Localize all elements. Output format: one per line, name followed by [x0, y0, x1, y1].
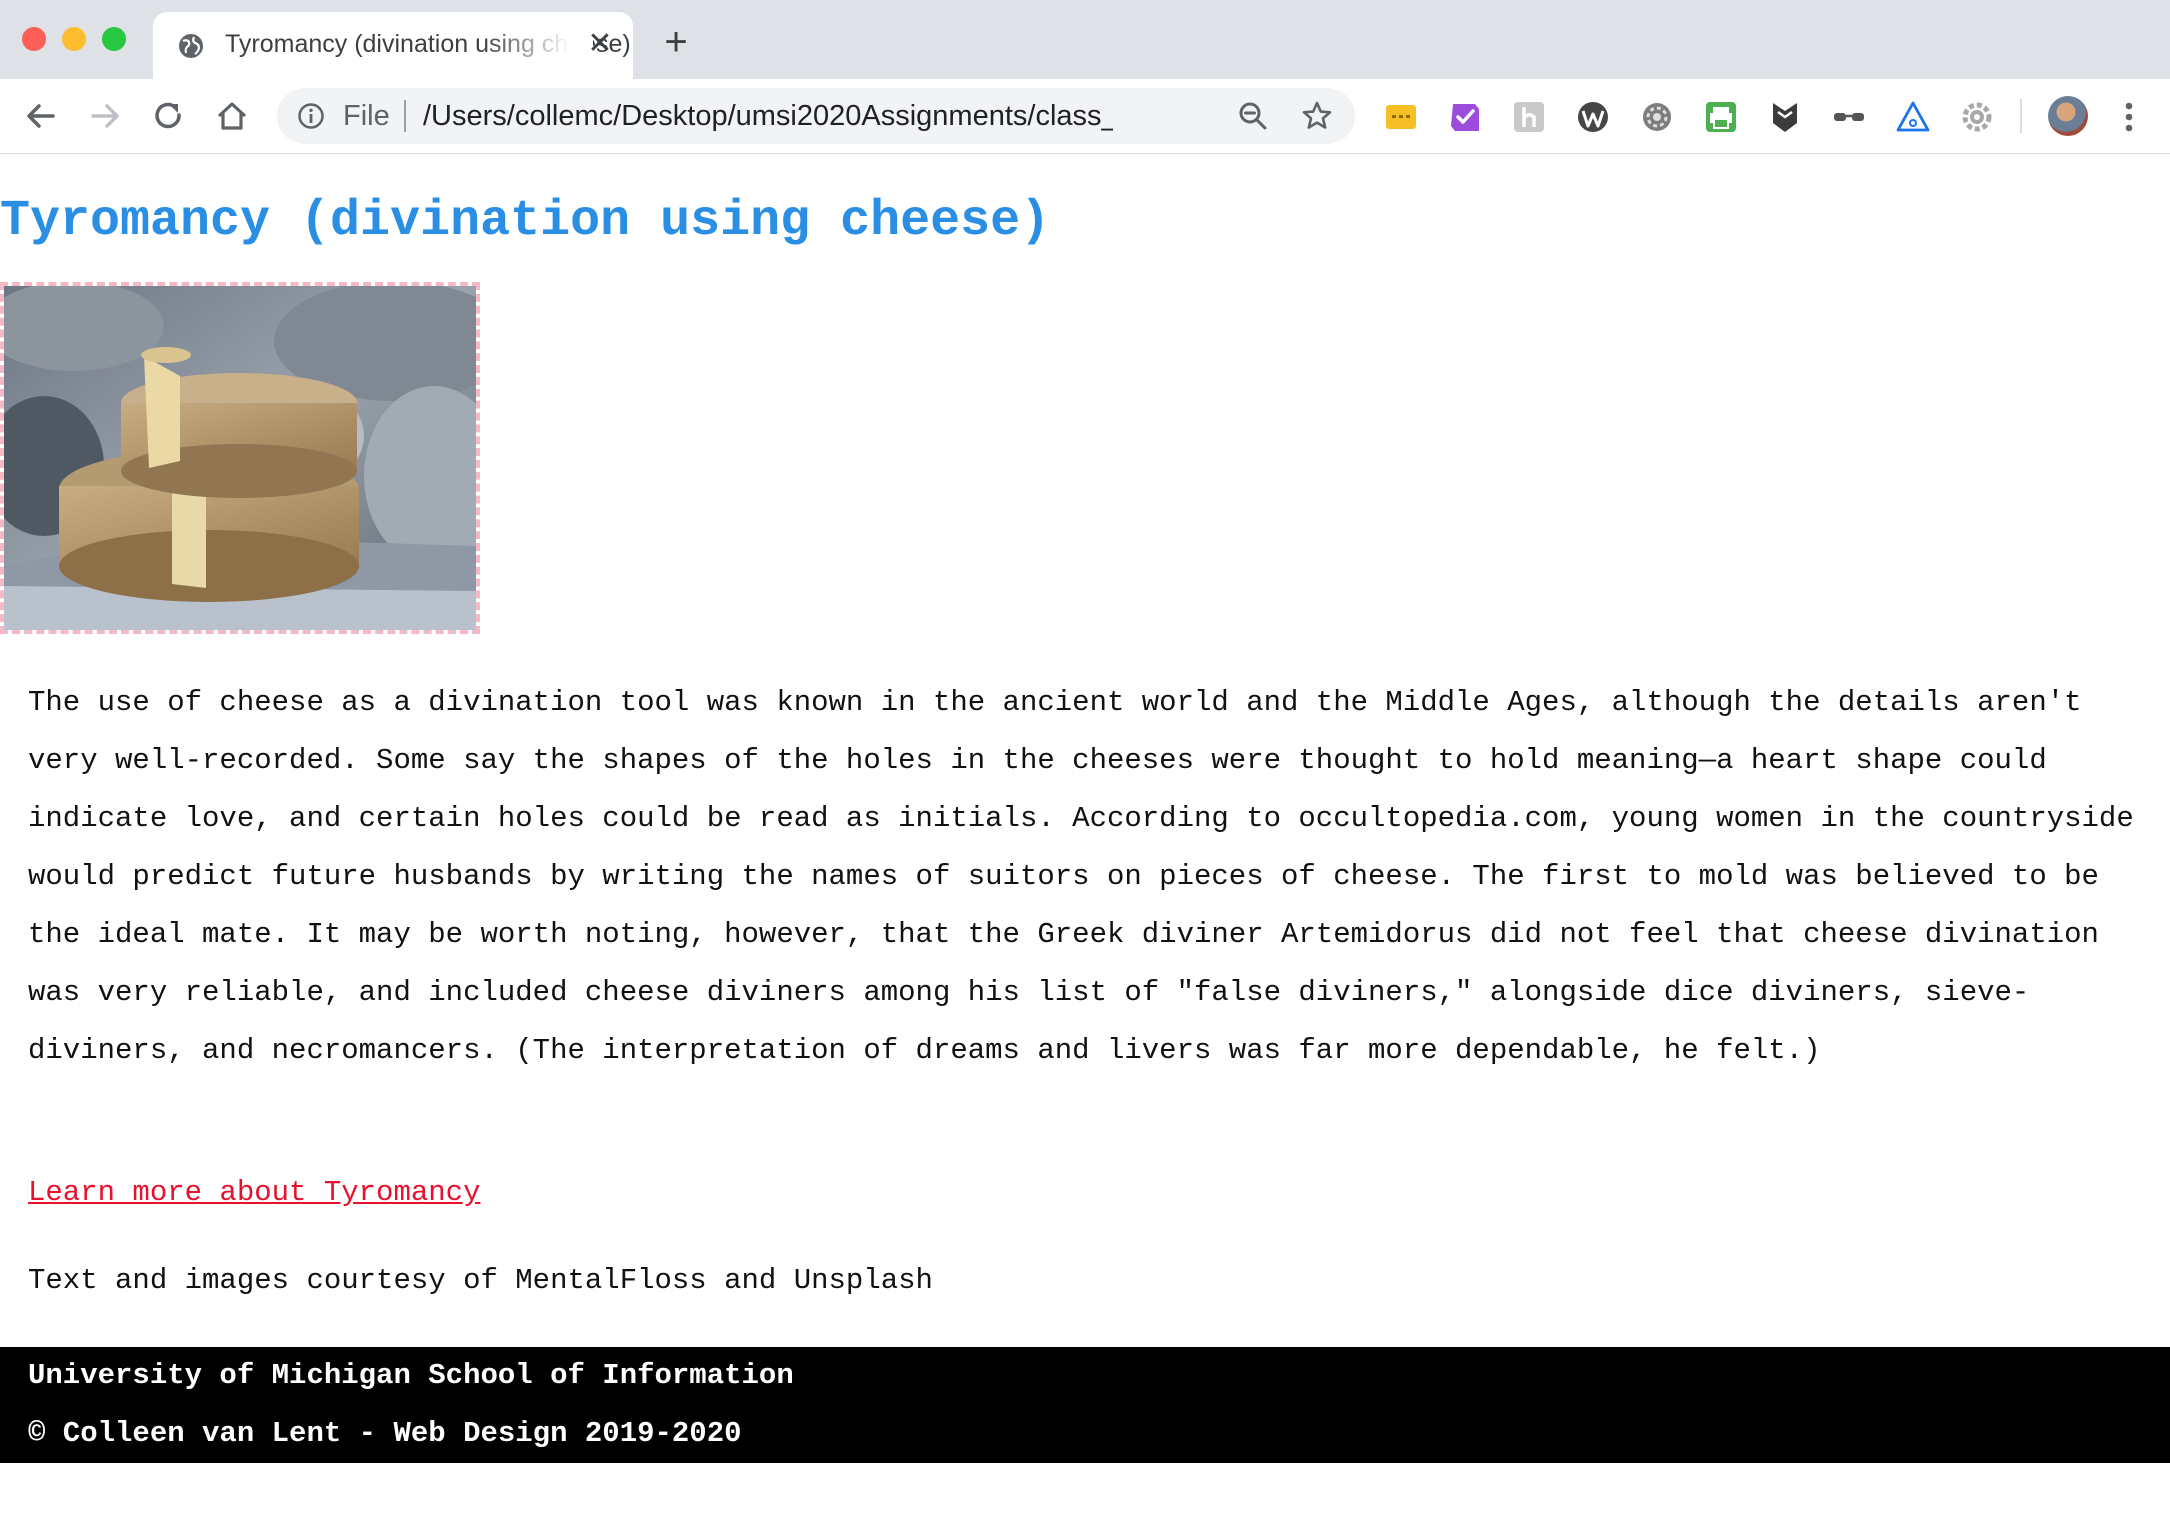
image-credits: Text and images courtesy of MentalFloss …: [28, 1264, 933, 1297]
cheese-photo: [0, 282, 480, 634]
omnibox-divider: [404, 100, 406, 132]
tab-title: Tyromancy (divination using cheese): [225, 30, 631, 58]
active-tab[interactable]: Tyromancy (divination using cheese) ✕: [153, 12, 633, 79]
glasses-icon[interactable]: [1831, 99, 1867, 135]
address-bar[interactable]: File /Users/collemc/Desktop/umsi2020Assi…: [277, 88, 1355, 144]
url-text[interactable]: /Users/collemc/Desktop/umsi2020Assignmen…: [423, 100, 1113, 133]
tab-title-fade: [483, 24, 593, 64]
profile-avatar[interactable]: [2048, 96, 2088, 136]
footer-copyright: © Colleen van Lent - Web Design 2019-202…: [28, 1417, 742, 1450]
minimize-window-button[interactable]: [62, 27, 86, 51]
home-icon[interactable]: [209, 93, 255, 139]
forward-arrow-icon[interactable]: [82, 93, 128, 139]
info-icon[interactable]: [297, 102, 325, 130]
globe-icon: [179, 34, 203, 58]
page-title: Tyromancy (divination using cheese): [0, 193, 1051, 250]
close-window-button[interactable]: [22, 27, 46, 51]
cheese-image: [4, 286, 476, 630]
tab-bar: Tyromancy (divination using cheese) ✕ +: [0, 0, 2170, 79]
learn-more-link[interactable]: Learn more about Tyromancy: [28, 1176, 480, 1209]
delta-extension-icon[interactable]: [1895, 99, 1931, 135]
sticky-notes-icon[interactable]: [1383, 99, 1419, 135]
reload-icon[interactable]: [145, 93, 191, 139]
hemingway-extension-icon[interactable]: [1511, 99, 1547, 135]
bookmark-star-icon[interactable]: [1301, 100, 1333, 132]
settings-gear-extension-icon[interactable]: [1639, 99, 1675, 135]
gear-extension-icon[interactable]: [1959, 99, 1995, 135]
wordpress-icon[interactable]: [1575, 99, 1611, 135]
mailtrack-icon[interactable]: [1767, 99, 1803, 135]
page-footer: University of Michigan School of Informa…: [0, 1347, 2170, 1463]
footer-institution: University of Michigan School of Informa…: [28, 1359, 794, 1392]
zoom-out-icon[interactable]: [1237, 100, 1269, 132]
close-tab-icon[interactable]: ✕: [585, 29, 615, 59]
browser-toolbar: File /Users/collemc/Desktop/umsi2020Assi…: [0, 79, 2170, 155]
maximize-window-button[interactable]: [102, 27, 126, 51]
article-paragraph: The use of cheese as a divination tool w…: [28, 686, 2134, 1067]
check-extension-icon[interactable]: [1447, 99, 1483, 135]
more-menu-icon[interactable]: [2114, 97, 2144, 137]
new-tab-button[interactable]: +: [658, 22, 694, 62]
page-content: Tyromancy (divination using cheese) The …: [0, 154, 2170, 1534]
toolbar-divider: [2020, 99, 2022, 133]
print-friendly-icon[interactable]: [1703, 99, 1739, 135]
back-arrow-icon[interactable]: [18, 93, 64, 139]
url-scheme-label: File: [343, 100, 390, 132]
